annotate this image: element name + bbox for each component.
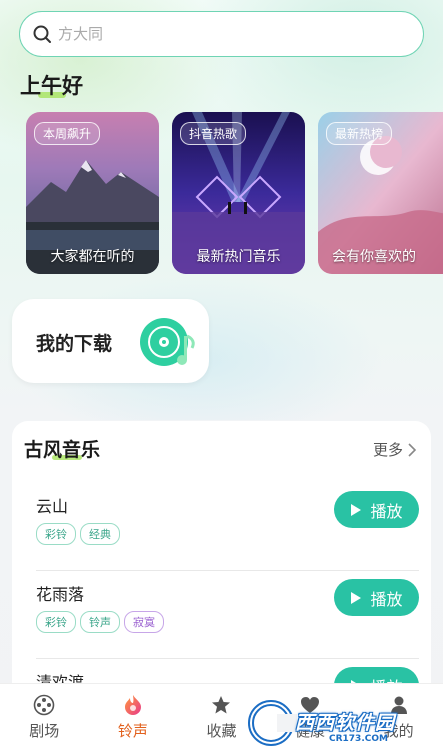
chevron-right-icon <box>408 442 417 457</box>
song-name: 花雨落 <box>36 585 85 604</box>
nav-item-theater[interactable]: 剧场 <box>0 684 89 754</box>
search-bar[interactable] <box>19 11 424 57</box>
play-label: 播放 <box>370 501 403 521</box>
song-tag: 彩铃 <box>36 611 76 633</box>
star-icon <box>212 696 231 714</box>
nav-label: 收藏 <box>206 722 237 740</box>
play-icon <box>351 591 362 604</box>
watermark-logo-icon <box>248 700 297 746</box>
nav-item-ringtone[interactable]: 铃声 <box>89 684 178 754</box>
watermark-subtext: CR173.COM <box>329 734 388 744</box>
song-tag: 寂寞 <box>124 611 164 633</box>
my-download-label: 我的下载 <box>36 333 113 355</box>
song-tag: 经典 <box>80 523 120 545</box>
search-input[interactable] <box>58 25 398 43</box>
card-caption: 最新热门音乐 <box>196 249 281 265</box>
nav-label: 剧场 <box>29 722 60 740</box>
flame-icon <box>124 695 141 715</box>
film-reel-icon <box>33 694 55 716</box>
watermark: 西西软件园 CR173.COM <box>243 700 443 748</box>
card-latest-chart[interactable]: 最新热榜 会有你喜欢的 <box>318 112 443 274</box>
song-tags: 彩铃 经典 <box>36 523 120 545</box>
search-icon <box>33 25 51 43</box>
more-label: 更多 <box>372 441 403 459</box>
card-tag: 最新热榜 <box>326 122 393 145</box>
watermark-text: 西西软件园 <box>295 712 396 734</box>
my-download-card[interactable]: 我的下载 <box>12 299 209 383</box>
music-disc-icon <box>140 318 195 366</box>
more-link[interactable]: 更多 <box>373 439 417 460</box>
list-item[interactable]: 花雨落 彩铃 铃声 寂寞 播放 <box>24 571 419 659</box>
card-douyin-hits[interactable]: 抖音热歌 最新热门音乐 <box>172 112 305 274</box>
song-tag: 铃声 <box>80 611 120 633</box>
song-tag: 彩铃 <box>36 523 76 545</box>
greeting-title: 上午好 <box>20 74 83 98</box>
song-name: 云山 <box>36 497 69 516</box>
card-caption: 大家都在听的 <box>50 249 135 265</box>
play-button[interactable]: 播放 <box>334 491 419 528</box>
card-caption: 会有你喜欢的 <box>332 249 416 265</box>
section-title: 古风音乐 <box>24 439 101 461</box>
card-weekly-rising[interactable]: 本周飙升 大家都在听的 <box>26 112 159 274</box>
play-icon <box>351 503 362 516</box>
play-label: 播放 <box>370 589 403 609</box>
list-item[interactable]: 云山 彩铃 经典 播放 <box>24 483 419 571</box>
play-button[interactable]: 播放 <box>334 579 419 616</box>
card-tag: 本周飙升 <box>34 122 101 145</box>
card-tag: 抖音热歌 <box>180 122 247 145</box>
nav-label: 铃声 <box>117 722 148 740</box>
song-tags: 彩铃 铃声 寂寞 <box>36 611 164 633</box>
